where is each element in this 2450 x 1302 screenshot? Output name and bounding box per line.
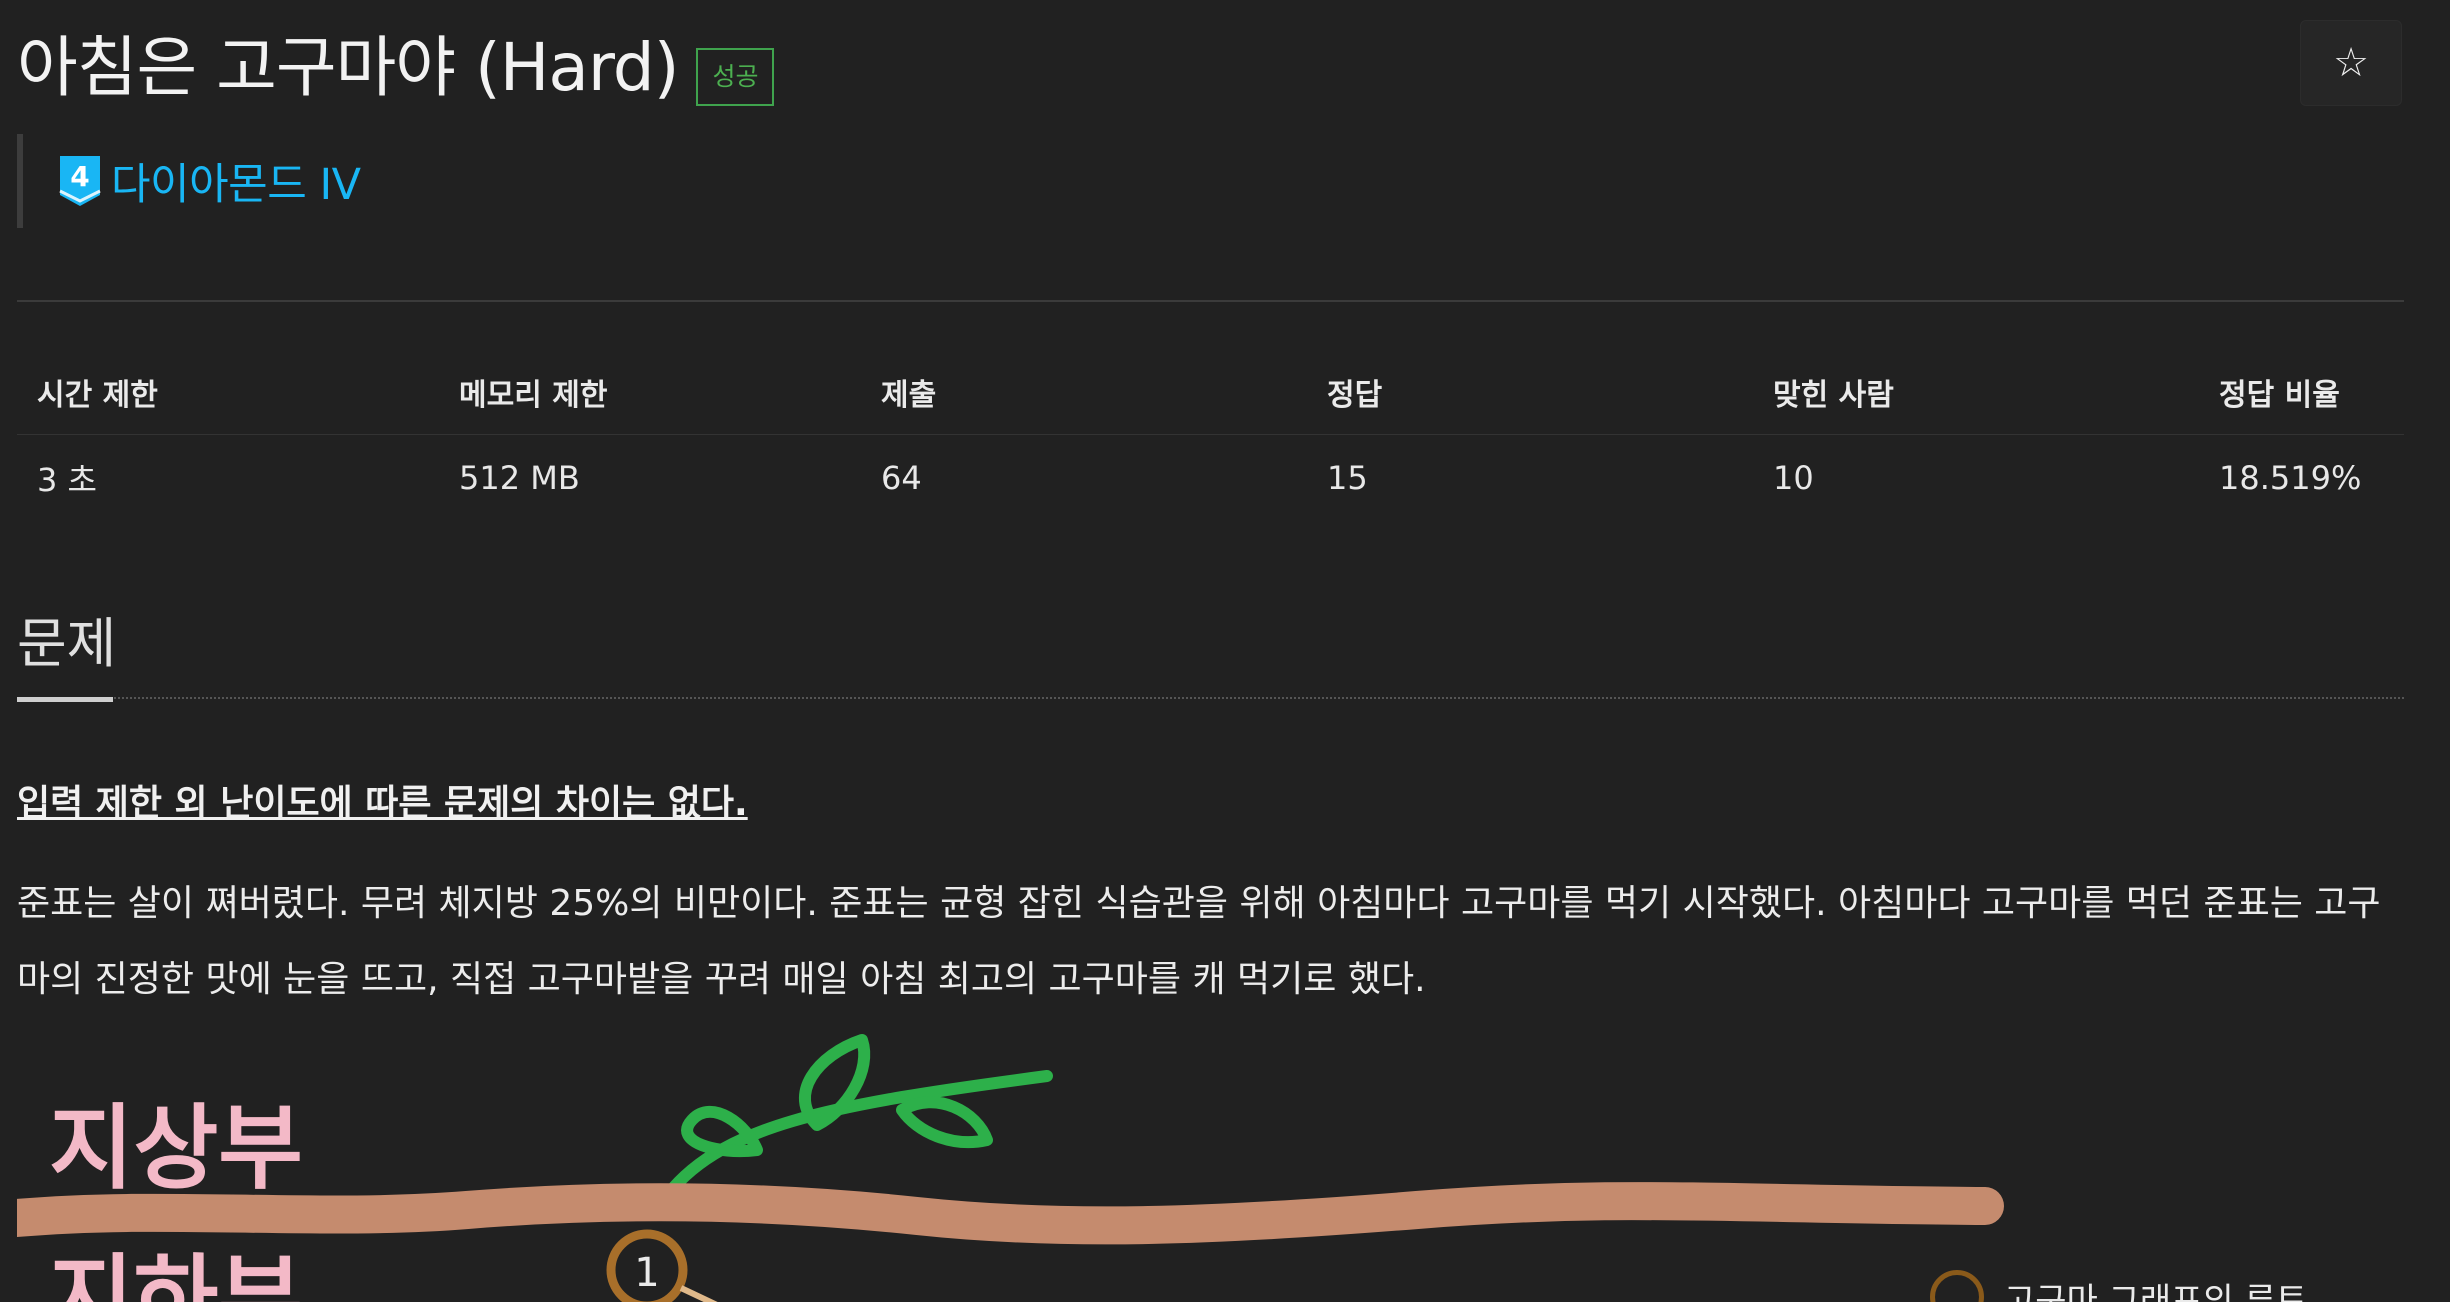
page-title: 아침은 고구마야 (Hard)	[17, 29, 679, 106]
illustration-legend: 고구마 그래프의 루트	[1930, 1270, 2307, 1302]
problem-note: 입력 제한 외 난이도에 따른 문제의 차이는 없다.	[17, 783, 748, 824]
favorite-button[interactable]: ☆	[2300, 20, 2402, 106]
problem-page: 아침은 고구마야 (Hard) 성공 ☆ 4 다이아몬드 IV 시간 제한 메모…	[0, 0, 2450, 1302]
section-title-problem: 문제	[17, 612, 117, 675]
column-header-solvers: 맞힌 사람	[1753, 356, 2199, 435]
memory-limit-value: 512 MB	[459, 459, 580, 497]
title-row: 아침은 고구마야 (Hard) 성공	[17, 20, 775, 116]
legend-text: 고구마 그래프의 루트	[2004, 1280, 2308, 1302]
column-header-submissions: 제출	[861, 356, 1307, 435]
problem-description: 준표는 살이 쪄버렸다. 무려 체지방 25%의 비만이다. 준표는 균형 잡힌…	[17, 883, 2381, 1000]
root-node-label: 1	[634, 1250, 659, 1296]
accepted-value: 15	[1327, 459, 1368, 497]
legend-circle-icon	[1930, 1270, 1984, 1302]
column-header-memory-limit: 메모리 제한	[439, 356, 861, 435]
sprout-drawing	[656, 1034, 1053, 1208]
problem-info-table: 시간 제한 메모리 제한 제출 정답 맞힌 사람 정답 비율 3 초 512 M…	[17, 356, 2404, 521]
tier-badge-icon: 4	[59, 156, 101, 206]
ratio-value: 18.519%	[2219, 459, 2362, 497]
label-above-ground: 지상부	[49, 1095, 303, 1202]
table-header-row: 시간 제한 메모리 제한 제출 정답 맞힌 사람 정답 비율	[17, 356, 2404, 435]
label-below-ground: 지하부	[49, 1245, 303, 1302]
divider	[17, 300, 2404, 302]
ground-line	[17, 1182, 2004, 1245]
edge-line	[679, 1285, 718, 1302]
problem-illustration: 지상부 지하부 1	[17, 1034, 2004, 1302]
column-header-ratio: 정답 비율	[2199, 356, 2404, 435]
column-header-time-limit: 시간 제한	[17, 356, 439, 435]
table-row: 3 초 512 MB 64 15 10 18.519%	[17, 435, 2404, 522]
submissions-value: 64	[881, 459, 922, 497]
solvers-value: 10	[1773, 459, 1814, 497]
section-underline	[17, 697, 113, 702]
tier-block: 4 다이아몬드 IV	[17, 134, 361, 228]
tier-label[interactable]: 다이아몬드 IV	[111, 150, 361, 212]
tier-number: 4	[70, 160, 89, 193]
star-icon: ☆	[2333, 40, 2369, 86]
status-badge: 성공	[696, 48, 775, 106]
column-header-accepted: 정답	[1307, 356, 1753, 435]
section-divider	[17, 697, 2404, 699]
time-limit-value: 3 초	[37, 461, 97, 499]
